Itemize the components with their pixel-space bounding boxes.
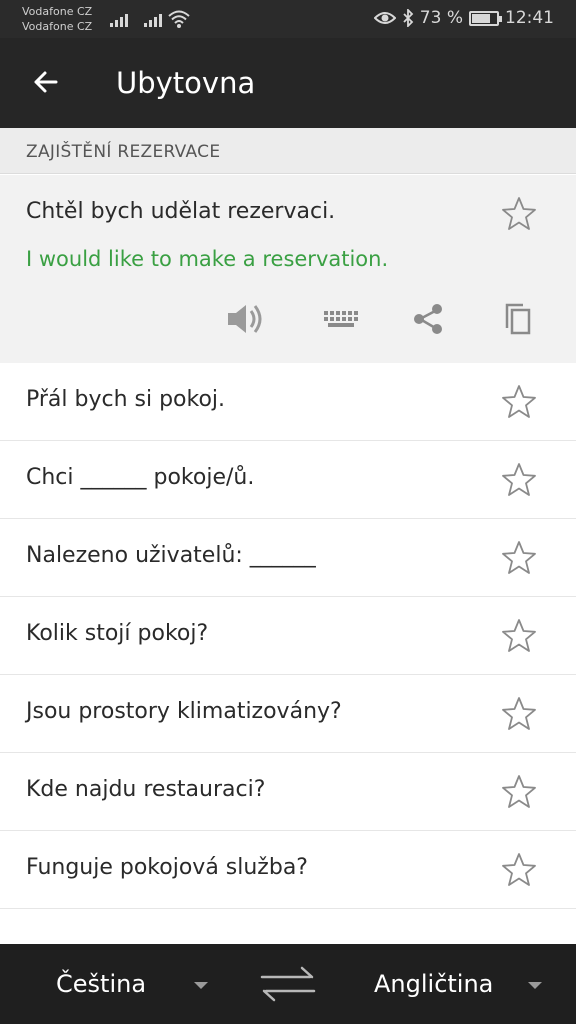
chevron-down-icon[interactable]: [194, 982, 208, 989]
share-button[interactable]: [406, 297, 450, 341]
favorite-star-icon[interactable]: [500, 773, 538, 811]
app-bar: Ubytovna: [0, 38, 576, 128]
favorite-star-icon[interactable]: [500, 461, 538, 499]
keyboard-button[interactable]: [318, 297, 362, 341]
copy-button[interactable]: [496, 297, 540, 341]
phrase-row[interactable]: Funguje pokojová služba?: [0, 831, 576, 909]
wifi-icon: [168, 10, 190, 28]
language-bar: Čeština Angličtina: [0, 944, 576, 1024]
signal-icon: [144, 11, 162, 27]
phrase-text: Jsou prostory klimatizovány?: [26, 699, 342, 724]
phrase-text: Chtěl bych udělat rezervaci.: [26, 199, 336, 224]
bluetooth-icon: [403, 9, 414, 27]
eye-icon: [373, 12, 396, 24]
section-header: ZAJIŠTĚNÍ REZERVACE: [0, 128, 576, 174]
phrase-row[interactable]: Kolik stojí pokoj?: [0, 597, 576, 675]
swap-arrows-icon[interactable]: [258, 962, 318, 1006]
carrier-info: Vodafone CZ Vodafone CZ: [22, 4, 92, 34]
phrase-text: Funguje pokojová služba?: [26, 855, 308, 880]
phrase-row[interactable]: Jsou prostory klimatizovány?: [0, 675, 576, 753]
target-language-selector[interactable]: Angličtina: [374, 970, 493, 998]
signal-icon: [110, 11, 128, 27]
carrier-1: Vodafone CZ: [22, 5, 93, 18]
favorite-star-icon[interactable]: [500, 851, 538, 889]
phrase-text: Přál bych si pokoj.: [26, 387, 226, 412]
phrase-text: Chci ______ pokoje/ů.: [26, 465, 255, 490]
source-language-selector[interactable]: Čeština: [56, 970, 146, 998]
page-title: Ubytovna: [116, 66, 256, 100]
translation-text: I would like to make a reservation.: [26, 247, 389, 271]
speaker-button[interactable]: [224, 297, 268, 341]
chevron-down-icon[interactable]: [528, 982, 542, 989]
share-icon: [414, 304, 442, 334]
speaker-icon: [228, 305, 262, 333]
keyboard-icon: [324, 311, 358, 327]
favorite-star-icon[interactable]: [500, 539, 538, 577]
battery-percentage: 73 %: [419, 8, 463, 28]
phrase-row[interactable]: Kde najdu restauraci?: [0, 753, 576, 831]
battery-icon: [469, 10, 502, 26]
clock: 12:41: [505, 8, 554, 28]
section-label: ZAJIŠTĚNÍ REZERVACE: [26, 142, 221, 162]
phrase-text: Kolik stojí pokoj?: [26, 621, 209, 646]
favorite-star-icon[interactable]: [500, 695, 538, 733]
phrase-text: Kde najdu restauraci?: [26, 777, 266, 802]
phrase-row[interactable]: Přál bych si pokoj.: [0, 363, 576, 441]
favorite-star-icon[interactable]: [500, 195, 538, 233]
phrase-row[interactable]: Chci ______ pokoje/ů.: [0, 441, 576, 519]
favorite-star-icon[interactable]: [500, 617, 538, 655]
phrase-row[interactable]: Nalezeno uživatelů: ______: [0, 519, 576, 597]
expanded-phrase-card[interactable]: Chtěl bych udělat rezervaci. I would lik…: [0, 175, 576, 363]
carrier-2: Vodafone CZ: [22, 20, 93, 33]
favorite-star-icon[interactable]: [500, 383, 538, 421]
status-bar: Vodafone CZ Vodafone CZ 73 % 12:41: [0, 0, 576, 38]
phrase-text: Nalezeno uživatelů: ______: [26, 543, 316, 568]
back-arrow-icon[interactable]: [28, 64, 64, 100]
copy-icon: [505, 303, 531, 335]
